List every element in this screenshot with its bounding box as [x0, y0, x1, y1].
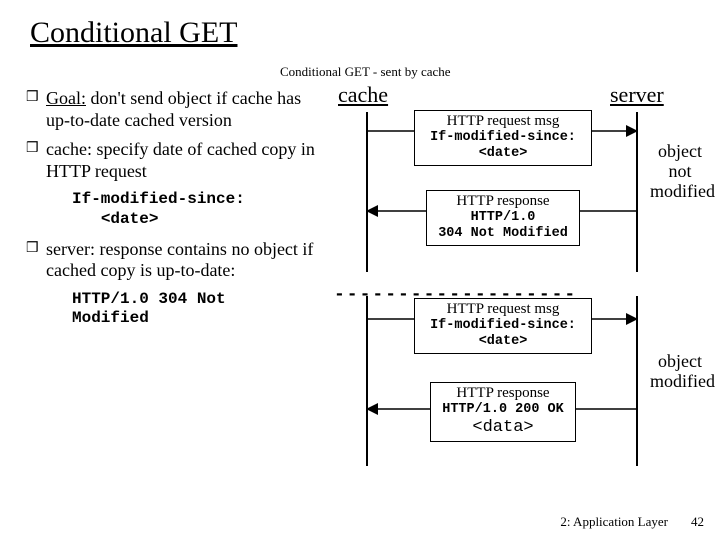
diagram: cache server HTTP request msg If-modifie…: [330, 82, 710, 502]
msg-request-1-l1: If-modified-since:: [417, 130, 589, 146]
note2-l1: object: [658, 351, 702, 371]
goal-label: Goal:: [46, 88, 86, 108]
cache-code-l1: If-modified-since:: [72, 190, 245, 208]
msg-response-1: HTTP response HTTP/1.0 304 Not Modified: [426, 190, 580, 246]
msg-request-2: HTTP request msg If-modified-since: <dat…: [414, 298, 592, 354]
cache-code: If-modified-since: <date>: [72, 190, 326, 228]
server-code-l1: HTTP/1.0 304 Not: [72, 290, 226, 308]
msg-request-2-l2: <date>: [417, 334, 589, 350]
msg-request-1-l2: <date>: [417, 146, 589, 162]
bullet-list: Goal: don't send object if cache has up-…: [26, 88, 326, 182]
note1-l1: object: [658, 141, 702, 161]
bullet-server: server: response contains no object if c…: [26, 239, 326, 282]
msg-response-2-l2: <data>: [433, 418, 573, 438]
msg-response-2: HTTP response HTTP/1.0 200 OK <data>: [430, 382, 576, 442]
msg-request-2-l1: If-modified-since:: [417, 318, 589, 334]
left-column: Goal: don't send object if cache has up-…: [26, 88, 326, 338]
note-modified: object modified: [650, 352, 710, 392]
bullet-list-2: server: response contains no object if c…: [26, 239, 326, 282]
footer-chapter: 2: Application Layer: [560, 514, 668, 530]
msg-response-1-title: HTTP response: [429, 193, 577, 210]
msg-response-2-l1: HTTP/1.0 200 OK: [433, 402, 573, 418]
slide-subtitle: Conditional GET - sent by cache: [280, 64, 451, 80]
msg-request-1: HTTP request msg If-modified-since: <dat…: [414, 110, 592, 166]
server-code-l2: Modified: [72, 309, 149, 327]
cache-code-l2: <date>: [101, 210, 159, 228]
note1-l2: not: [668, 161, 691, 181]
slide-title: Conditional GET: [30, 16, 237, 50]
note-not-modified: object not modified: [650, 142, 710, 201]
msg-response-2-title: HTTP response: [433, 385, 573, 402]
msg-response-1-l2: 304 Not Modified: [429, 226, 577, 242]
bullet-cache: cache: specify date of cached copy in HT…: [26, 139, 326, 182]
note2-l2: modified: [650, 371, 715, 391]
diagram-header-server: server: [610, 82, 664, 108]
server-code: HTTP/1.0 304 Not Modified: [72, 290, 326, 328]
note1-l3: modified: [650, 181, 715, 201]
footer-page-number: 42: [691, 514, 704, 530]
bullet-goal: Goal: don't send object if cache has up-…: [26, 88, 326, 131]
msg-response-1-l1: HTTP/1.0: [429, 210, 577, 226]
diagram-header-cache: cache: [338, 82, 388, 108]
msg-request-2-title: HTTP request msg: [417, 301, 589, 318]
msg-request-1-title: HTTP request msg: [417, 113, 589, 130]
